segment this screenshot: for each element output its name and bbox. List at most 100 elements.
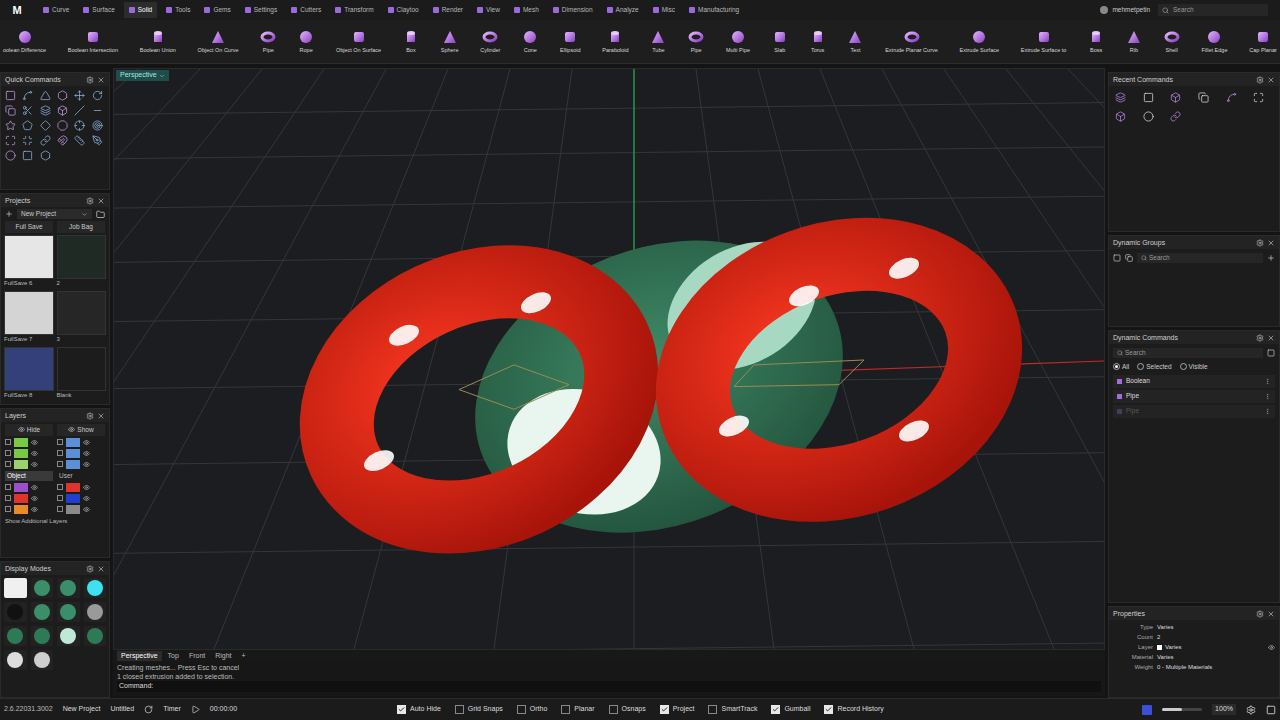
show-additional-layers[interactable]: Show Additional Layers: [1, 517, 109, 526]
tool-button[interactable]: oolean Difference: [2, 29, 47, 54]
layer-swatch-item[interactable]: [57, 505, 105, 514]
quick-command-icon[interactable]: [74, 90, 85, 101]
display-mode-button[interactable]: [4, 602, 27, 622]
quick-command-icon[interactable]: [40, 105, 51, 116]
layer-swatch-item[interactable]: [57, 438, 105, 447]
layer-color-swatch[interactable]: [66, 449, 80, 458]
eye-icon[interactable]: [31, 495, 38, 502]
display-mode-button[interactable]: [84, 626, 107, 646]
display-mode-button[interactable]: [57, 602, 80, 622]
layer-check[interactable]: [5, 495, 11, 501]
close-icon[interactable]: [97, 565, 105, 573]
tool-button[interactable]: Fillet Edge: [1200, 29, 1228, 54]
project-thumbnail[interactable]: FullSave 8: [4, 347, 54, 400]
checkbox[interactable]: [561, 705, 570, 714]
layer-color-swatch[interactable]: [14, 483, 28, 492]
tool-button[interactable]: Boolean Intersection: [67, 29, 119, 54]
more-icon[interactable]: [1264, 408, 1271, 415]
layer-swatch-item[interactable]: [5, 449, 53, 458]
project-thumbnail[interactable]: FullSave 6: [4, 235, 54, 288]
layer-check[interactable]: [57, 484, 63, 490]
layer-check[interactable]: [57, 506, 63, 512]
user-badge[interactable]: mehmetpetin: [1100, 5, 1150, 15]
tool-button[interactable]: Cap Planar: [1248, 29, 1278, 54]
project-button[interactable]: Job Bag: [57, 221, 105, 233]
eye-icon[interactable]: [83, 506, 90, 513]
tool-button[interactable]: Object On Surface: [335, 29, 382, 54]
dynamic-command-item[interactable]: Boolean: [1113, 375, 1275, 388]
tool-button[interactable]: Box: [402, 29, 420, 54]
layer-check[interactable]: [57, 461, 63, 467]
tool-button[interactable]: Text: [846, 29, 864, 54]
display-mode-button[interactable]: [31, 578, 54, 598]
close-icon[interactable]: [97, 197, 105, 205]
project-thumbnail[interactable]: FullSave 7: [4, 291, 54, 344]
layer-color-swatch[interactable]: [66, 460, 80, 469]
layer-swatch-item[interactable]: [57, 449, 105, 458]
display-mode-button[interactable]: [4, 578, 27, 598]
checkbox[interactable]: [824, 705, 833, 714]
recent-command-icon[interactable]: [1170, 92, 1181, 103]
group-icon[interactable]: [1113, 254, 1121, 262]
tool-button[interactable]: Slab: [771, 29, 789, 54]
tool-button[interactable]: Torus: [809, 29, 827, 54]
layer-swatch-item[interactable]: [5, 505, 53, 514]
project-thumbnail[interactable]: 2: [57, 235, 107, 288]
layer-swatch-item[interactable]: [5, 460, 53, 469]
viewport-tab[interactable]: Perspective: [117, 651, 162, 662]
view-toggle-icon[interactable]: [1267, 349, 1275, 357]
project-thumbnail[interactable]: Blank: [57, 347, 107, 400]
display-mode-button[interactable]: [84, 602, 107, 622]
quick-command-icon[interactable]: [57, 90, 68, 101]
layer-visibility-button[interactable]: Hide: [5, 424, 53, 436]
layer-swatch-item[interactable]: [5, 438, 53, 447]
eye-icon[interactable]: [83, 461, 90, 468]
display-mode-button[interactable]: [57, 578, 80, 598]
group-icon[interactable]: [1125, 254, 1133, 262]
layer-swatch-item[interactable]: [57, 483, 105, 492]
recent-command-icon[interactable]: [1143, 92, 1154, 103]
menu-tab[interactable]: Cutters: [286, 2, 326, 18]
recent-command-icon[interactable]: [1198, 92, 1209, 103]
layer-name[interactable]: User: [57, 471, 105, 481]
tool-button[interactable]: Multi Pipe: [725, 29, 751, 54]
menu-tab[interactable]: Analyze: [602, 2, 644, 18]
eye-icon[interactable]: [83, 450, 90, 457]
quick-command-icon[interactable]: [74, 135, 85, 146]
status-toggle[interactable]: Gumball: [771, 704, 810, 715]
tool-button[interactable]: Boss: [1087, 29, 1105, 54]
layer-check[interactable]: [57, 495, 63, 501]
checkbox[interactable]: [397, 705, 406, 714]
groups-search-field[interactable]: Search: [1137, 253, 1263, 263]
recent-command-icon[interactable]: [1115, 111, 1126, 122]
viewport-tab[interactable]: Front: [185, 651, 209, 662]
quick-command-icon[interactable]: [92, 120, 103, 131]
tool-button[interactable]: Cylinder: [479, 29, 501, 54]
layer-check[interactable]: [5, 450, 11, 456]
gear-icon[interactable]: [86, 565, 94, 573]
filter-radio[interactable]: All: [1113, 362, 1129, 372]
add-project-icon[interactable]: [5, 210, 13, 218]
layer-color-swatch[interactable]: [14, 505, 28, 514]
menu-tab[interactable]: Gems: [199, 2, 235, 18]
tool-button[interactable]: Extrude Planar Curve: [884, 29, 939, 54]
tool-button[interactable]: Sphere: [440, 29, 460, 54]
viewport-scene-drawing[interactable]: [114, 69, 1104, 649]
quick-command-icon[interactable]: [5, 135, 16, 146]
eye-icon[interactable]: [83, 439, 90, 446]
tool-button[interactable]: Ellipsoid: [559, 29, 581, 54]
status-toggle[interactable]: Ortho: [517, 704, 548, 715]
quick-command-icon[interactable]: [22, 135, 33, 146]
checkbox[interactable]: [455, 705, 464, 714]
close-icon[interactable]: [1267, 76, 1275, 84]
layer-color-swatch[interactable]: [14, 494, 28, 503]
top-search-field[interactable]: Search: [1158, 4, 1268, 16]
status-toggle[interactable]: SmartTrack: [708, 704, 757, 715]
layout-icon[interactable]: [1266, 705, 1276, 715]
quick-command-icon[interactable]: [22, 150, 33, 161]
quick-command-icon[interactable]: [74, 105, 85, 116]
filter-radio[interactable]: Selected: [1137, 362, 1171, 372]
menu-tab[interactable]: Dimension: [548, 2, 598, 18]
gear-icon[interactable]: [1256, 239, 1264, 247]
display-mode-button[interactable]: [31, 602, 54, 622]
